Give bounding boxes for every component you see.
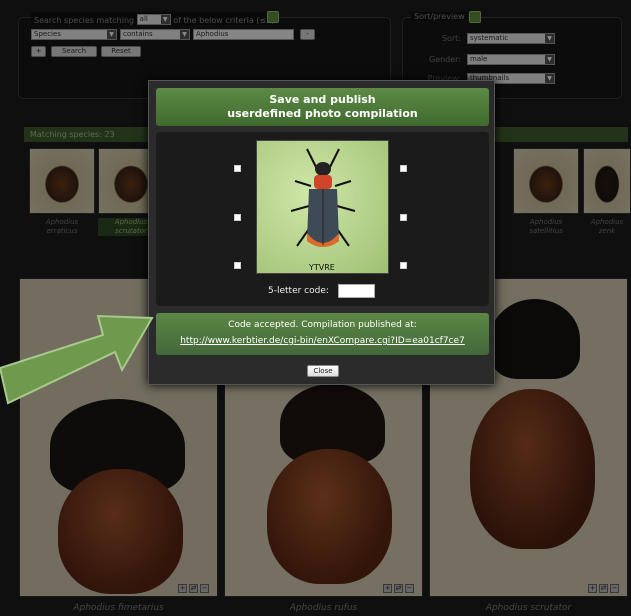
captcha-checkbox[interactable] [234,214,241,221]
swap-icon[interactable]: ⇄ [189,584,198,593]
sort-preview-legend: Sort/preview [411,12,468,21]
operator-select[interactable]: contains ▼ [120,29,190,40]
species-thumbnail[interactable] [513,148,579,214]
thumbnail-label: Aphodius satellitius [529,218,563,235]
beetle-head [490,299,580,379]
chevron-down-icon: ▼ [180,30,189,39]
query-input-value: Aphodius [196,30,229,38]
match-select[interactable]: all ▼ [136,14,171,25]
dialog-title-line1: Save and publish [269,93,376,106]
species-thumbnail[interactable] [583,148,631,214]
publish-result: Code accepted. Compilation published at:… [156,313,489,355]
gender-label: Gender: [428,55,461,64]
species-thumbnail[interactable] [29,148,95,214]
chevron-down-icon: ▼ [545,34,554,43]
add-criterion-button[interactable]: + [31,46,46,57]
gender-select-value: male [470,55,488,63]
pencil-icon[interactable] [267,11,279,23]
gender-select[interactable]: male ▼ [467,54,555,65]
photo-tools: + ⇄ − [383,584,414,593]
captcha-area: YTVRE 5-letter code: [156,132,489,306]
query-input[interactable]: Aphodius [193,29,294,40]
soldier-beetle-icon [290,148,356,247]
search-button[interactable]: Search [51,46,97,57]
field-select[interactable]: Species ▼ [31,29,117,40]
search-legend-prefix: Search species matching [34,16,135,25]
dialog-title-line2: userdefined photo compilation [227,107,418,120]
captcha-checkbox[interactable] [400,214,407,221]
publish-dialog: Save and publish userdefined photo compi… [148,80,495,385]
code-label: 5-letter code: [268,286,329,296]
beetle-elytra [470,389,595,549]
code-input[interactable] [338,284,375,298]
sort-select[interactable]: systematic ▼ [467,33,555,44]
chevron-down-icon: ▼ [545,74,554,83]
search-legend-suffix: of the below criteria (≤3) [173,16,275,25]
photo-tools: + ⇄ − [588,584,619,593]
beetle-elytra [58,469,183,594]
remove-icon[interactable]: − [200,584,209,593]
remove-criterion-button[interactable]: - [300,29,315,40]
chevron-down-icon: ▼ [160,15,170,24]
remove-icon[interactable]: − [405,584,414,593]
chevron-down-icon: ▼ [545,55,554,64]
compare-caption: Aphodius rufus [289,603,358,613]
field-select-value: Species [34,30,61,38]
captcha-checkbox[interactable] [234,165,241,172]
captcha-checkbox[interactable] [400,165,407,172]
sort-select-value: systematic [470,34,509,42]
zoom-in-icon[interactable]: + [588,584,597,593]
match-select-value: all [139,15,148,23]
sort-label: Sort: [441,34,461,43]
thumbnail-label: Aphodius erraticus [45,218,79,235]
chevron-down-icon: ▼ [107,30,116,39]
published-link[interactable]: http://www.kerbtier.de/cgi-bin/enXCompar… [156,336,489,346]
dialog-title: Save and publish userdefined photo compi… [156,88,489,126]
captcha-checkbox[interactable] [234,262,241,269]
zoom-in-icon[interactable]: + [383,584,392,593]
swap-icon[interactable]: ⇄ [394,584,403,593]
captcha-checkbox[interactable] [400,262,407,269]
beetle-elytra [267,449,392,584]
operator-select-value: contains [123,30,153,38]
compare-caption: Aphodius scrutator [485,603,572,613]
preview-toggle-icon[interactable] [469,11,481,23]
captcha-image: YTVRE [256,140,389,274]
remove-icon[interactable]: − [610,584,619,593]
zoom-in-icon[interactable]: + [178,584,187,593]
captcha-text: YTVRE [309,263,335,272]
photo-tools: + ⇄ − [178,584,209,593]
accepted-message: Code accepted. Compilation published at: [228,320,417,330]
close-button[interactable]: Close [307,365,339,377]
search-legend: Search species matching all ▼ of the belo… [31,12,278,25]
compare-caption: Aphodius fimetarius [73,603,164,613]
thumbnail-label: Aphodius zenk [590,218,624,235]
reset-button[interactable]: Reset [101,46,141,57]
swap-icon[interactable]: ⇄ [599,584,608,593]
